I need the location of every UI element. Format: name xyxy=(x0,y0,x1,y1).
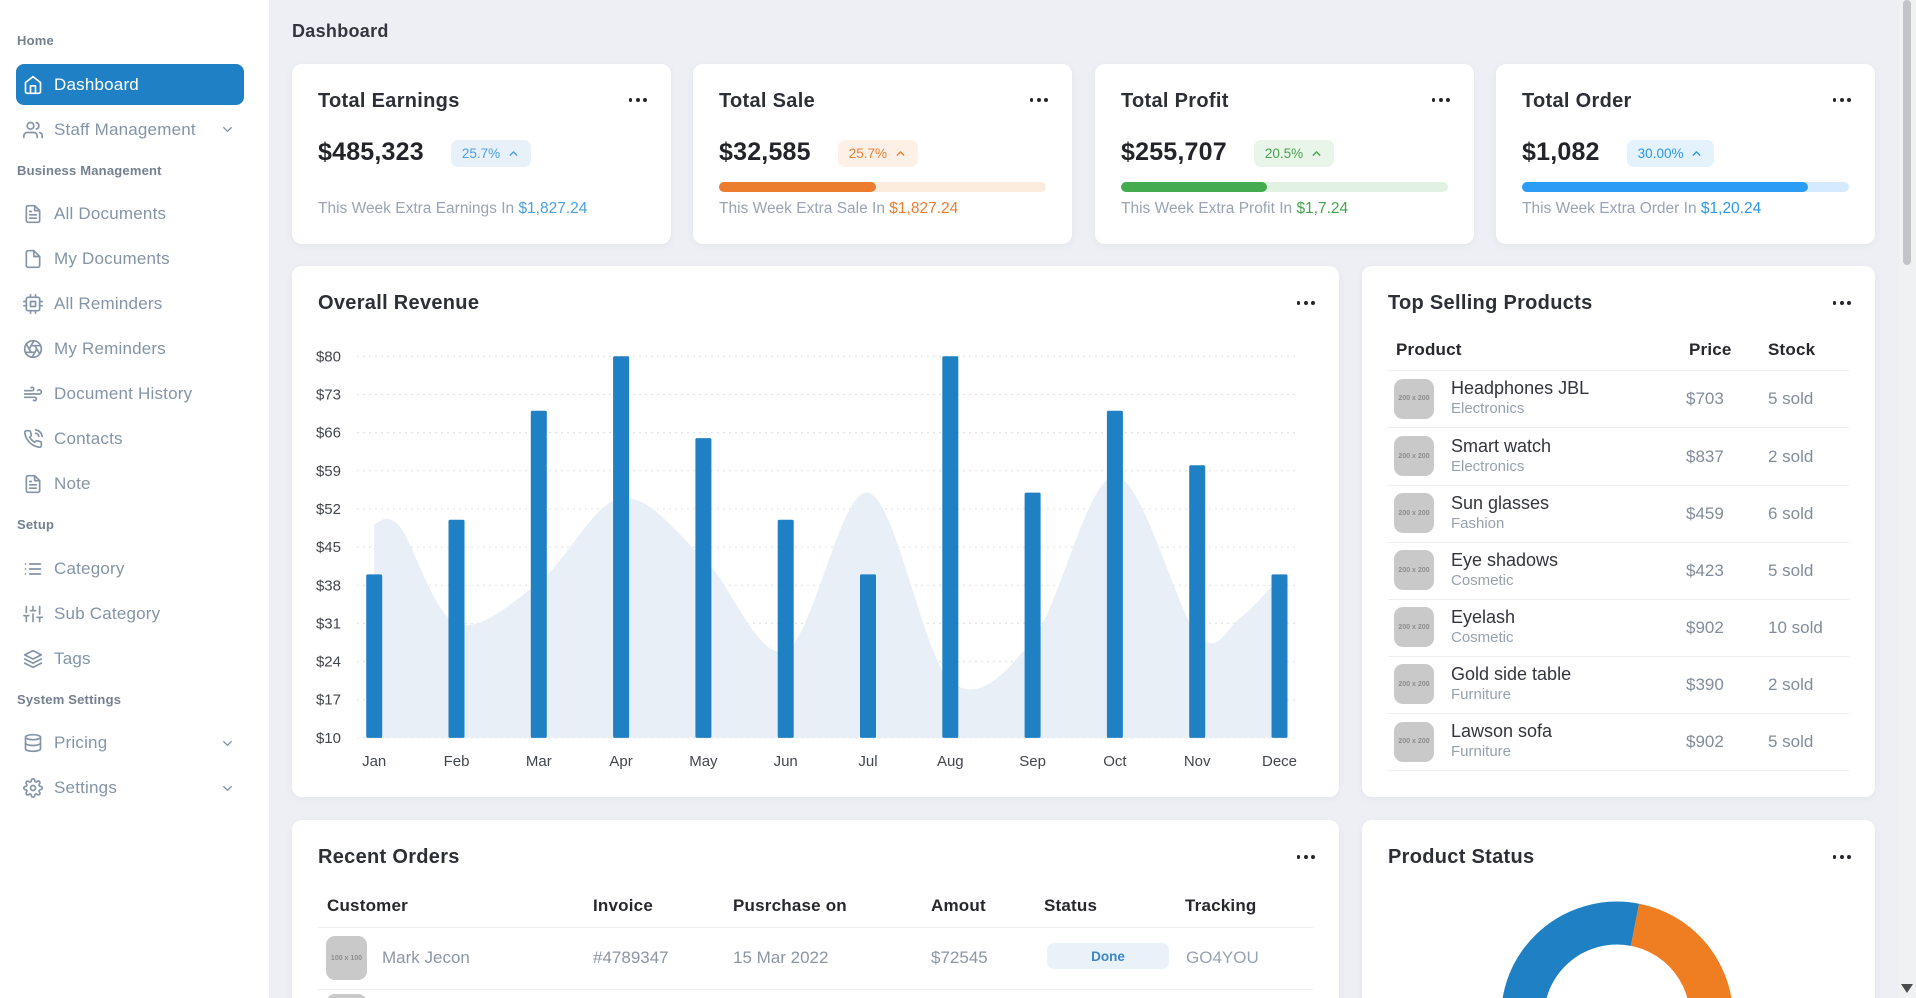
svg-text:Jul: Jul xyxy=(858,753,877,770)
svg-text:$38: $38 xyxy=(316,577,341,594)
svg-text:$73: $73 xyxy=(316,387,341,404)
svg-text:Dece: Dece xyxy=(1262,753,1297,770)
svg-text:May: May xyxy=(689,753,718,770)
svg-text:Mar: Mar xyxy=(526,753,552,770)
svg-text:$66: $66 xyxy=(316,425,341,442)
svg-text:$80: $80 xyxy=(316,348,341,365)
svg-text:$10: $10 xyxy=(316,730,341,747)
svg-text:$17: $17 xyxy=(316,692,341,709)
svg-text:$45: $45 xyxy=(316,539,341,556)
svg-text:$31: $31 xyxy=(316,615,341,632)
svg-text:$24: $24 xyxy=(316,654,341,671)
svg-text:$52: $52 xyxy=(316,501,341,518)
svg-text:Jun: Jun xyxy=(774,753,798,770)
svg-text:Aug: Aug xyxy=(937,753,964,770)
svg-text:Oct: Oct xyxy=(1103,753,1127,770)
svg-text:Sep: Sep xyxy=(1019,753,1046,770)
svg-text:$59: $59 xyxy=(316,463,341,480)
svg-text:Nov: Nov xyxy=(1184,753,1211,770)
svg-text:Feb: Feb xyxy=(444,753,470,770)
svg-text:Jan: Jan xyxy=(362,753,386,770)
svg-text:Apr: Apr xyxy=(609,753,632,770)
